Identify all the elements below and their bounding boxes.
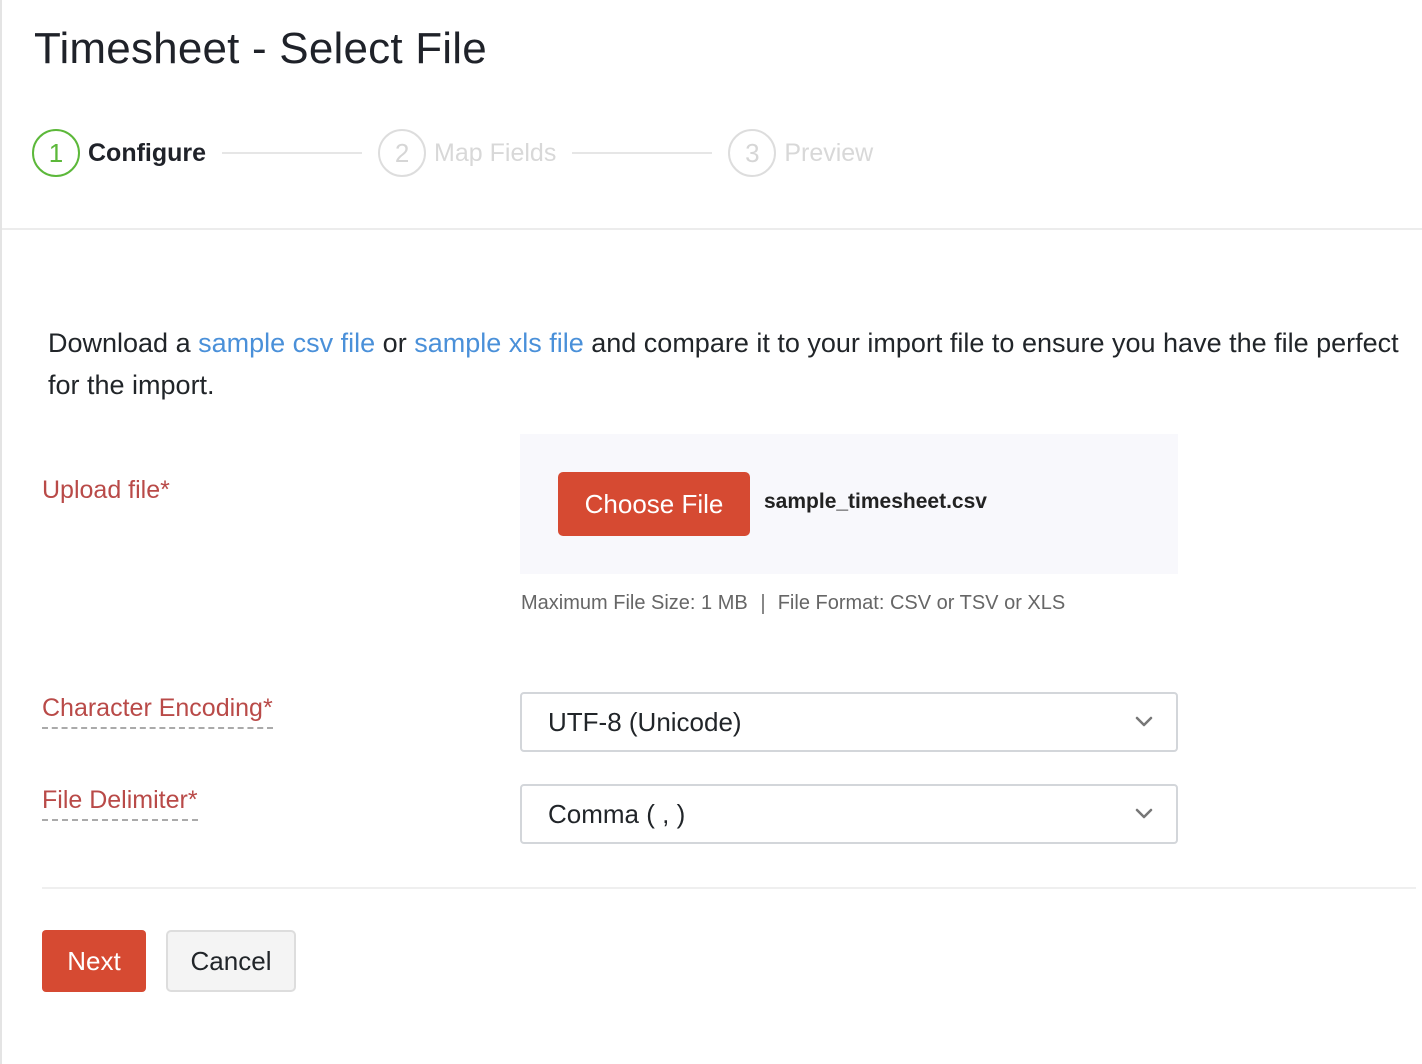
step-preview: 3 Preview [728,129,873,177]
step-connector [572,152,713,154]
step-configure: 1 Configure [32,129,206,177]
sample-csv-link[interactable]: sample csv file [198,328,375,358]
file-delimiter-value: Comma ( , ) [548,798,686,829]
step-number-3: 3 [728,129,777,177]
intro-text: Download a sample csv file or sample xls… [48,322,1408,406]
upload-file-label: Upload file* [42,476,170,504]
sample-xls-link[interactable]: sample xls file [414,328,584,358]
intro-text-middle: or [375,328,415,358]
step-map-fields: 2 Map Fields [378,129,556,177]
step-connector [222,152,363,154]
step-number-1: 1 [32,129,80,177]
import-stepper: 1 Configure 2 Map Fields 3 Preview [32,128,873,178]
page-title: Timesheet - Select File [34,24,487,73]
intro-text-before: Download a [48,328,199,358]
choose-file-button[interactable]: Choose File [558,472,750,536]
step-label-map-fields: Map Fields [434,138,557,167]
chevron-down-icon [1135,716,1153,727]
file-constraints: Maximum File Size: 1 MB File Format: CSV… [521,592,1065,615]
selected-file-name: sample_timesheet.csv [764,490,987,513]
max-file-size: Maximum File Size: 1 MB [521,592,748,614]
file-delimiter-label: File Delimiter* [42,786,198,821]
page-header: Timesheet - Select File 1 Configure 2 Ma… [2,0,1422,230]
file-format: File Format: CSV or TSV or XLS [777,592,1066,614]
step-number-2: 2 [378,129,427,177]
step-label-configure: Configure [88,138,207,167]
chevron-down-icon [1135,808,1153,819]
cancel-button[interactable]: Cancel [166,930,296,992]
next-button[interactable]: Next [42,930,146,992]
hint-separator [761,593,764,614]
step-label-preview: Preview [784,138,874,167]
character-encoding-label: Character Encoding* [42,694,273,729]
footer-divider [42,887,1416,889]
upload-dropzone: Choose File sample_timesheet.csv [520,434,1178,574]
character-encoding-value: UTF-8 (Unicode) [548,706,742,737]
character-encoding-select[interactable]: UTF-8 (Unicode) [520,692,1178,752]
file-delimiter-select[interactable]: Comma ( , ) [520,784,1178,844]
